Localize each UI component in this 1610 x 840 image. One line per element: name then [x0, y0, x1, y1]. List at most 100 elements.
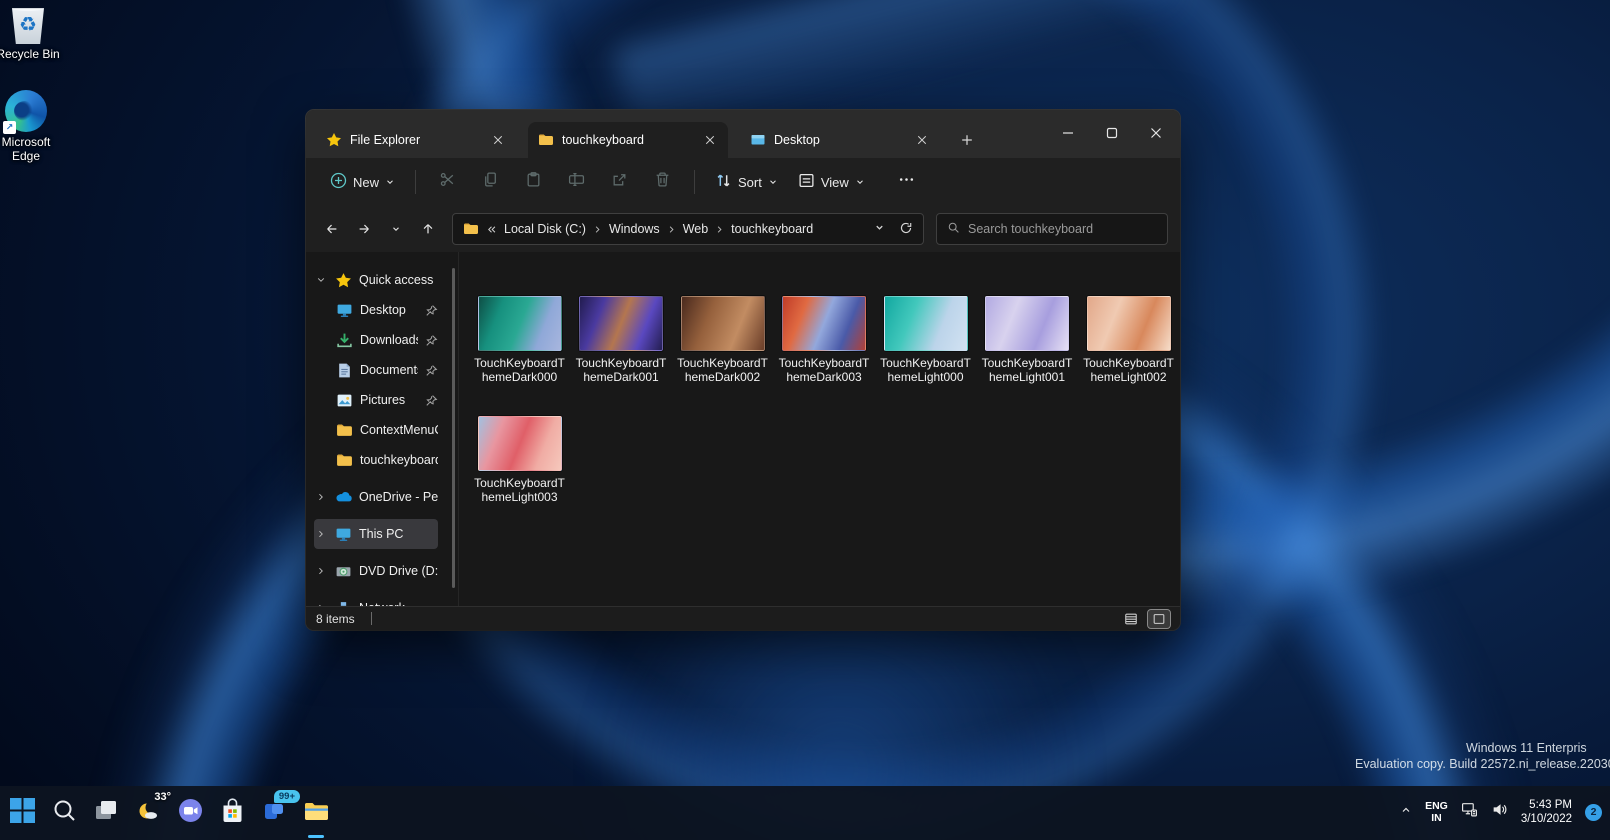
sidebar-item-dvd-drive-d-c[interactable]: DVD Drive (D:) C [314, 556, 438, 586]
delete-button[interactable] [641, 165, 684, 199]
taskbar-start-button[interactable] [2, 793, 42, 833]
file-thumbnail[interactable] [884, 296, 968, 351]
file-thumbnail[interactable] [985, 296, 1069, 351]
tab-close-icon[interactable] [912, 130, 932, 150]
pictures-icon [336, 392, 353, 409]
rename-button[interactable] [555, 165, 598, 199]
breadcrumb[interactable]: Local Disk (C:) Windows Web touchkeyboard [452, 213, 924, 245]
sidebar-item-pictures[interactable]: Pictures [336, 385, 438, 415]
new-button[interactable]: New [320, 165, 405, 199]
file-name: TouchKeyboardThemeLight002 [1082, 356, 1176, 384]
tab-desktop[interactable]: Desktop [740, 122, 940, 158]
tab-close-icon[interactable] [488, 130, 508, 150]
maximize-button[interactable] [1092, 116, 1132, 150]
chevron-right-icon[interactable] [314, 490, 328, 504]
back-button[interactable] [318, 214, 346, 244]
chevron-right-icon[interactable] [314, 564, 328, 578]
address-dropdown-icon[interactable] [874, 222, 885, 236]
search-input[interactable]: Search touchkeyboard [936, 213, 1168, 245]
clock[interactable]: 5:43 PM 3/10/2022 [1521, 798, 1572, 826]
breadcrumb-item[interactable]: touchkeyboard [731, 222, 813, 236]
sidebar-scrollbar[interactable] [452, 268, 455, 588]
recent-locations-button[interactable] [382, 214, 410, 244]
cut-button[interactable] [426, 165, 469, 199]
file-thumbnail[interactable] [1087, 296, 1171, 351]
details-view-toggle[interactable] [1120, 610, 1142, 628]
taskbar-chat-button[interactable] [170, 793, 210, 833]
file-thumbnail[interactable] [579, 296, 663, 351]
file-item[interactable]: TouchKeyboardThemeLight000 [875, 296, 976, 384]
sidebar-item-quick-access[interactable]: Quick access [314, 265, 438, 295]
sidebar-item-label: Quick access [359, 273, 433, 287]
tab-touchkeyboard[interactable]: touchkeyboard [528, 122, 728, 158]
sidebar-item-label: Documents [360, 363, 418, 377]
taskbar-file-explorer-button[interactable] [296, 793, 336, 833]
file-item[interactable]: TouchKeyboardThemeDark000 [469, 296, 570, 384]
breadcrumb-item[interactable]: Windows [609, 222, 660, 236]
paste-button[interactable] [512, 165, 555, 199]
taskbar-store-button[interactable] [212, 793, 252, 833]
desktop-icon-label: Recycle Bin [0, 47, 60, 61]
close-button[interactable] [1136, 116, 1176, 150]
file-thumbnail[interactable] [478, 416, 562, 471]
file-item[interactable]: TouchKeyboardThemeLight001 [977, 296, 1078, 384]
sidebar-item-contextmenuc[interactable]: ContextMenuC [336, 415, 438, 445]
file-name: TouchKeyboardThemeDark002 [676, 356, 770, 384]
new-button-label: New [353, 175, 379, 190]
sidebar-item-touchkeyboard[interactable]: touchkeyboard [336, 445, 438, 475]
address-bar: Local Disk (C:) Windows Web touchkeyboard S… [306, 206, 1180, 252]
dvd-icon [335, 563, 352, 580]
copy-button[interactable] [469, 165, 512, 199]
tab-file-explorer[interactable]: File Explorer [316, 122, 516, 158]
file-thumbnail[interactable] [478, 296, 562, 351]
file-name: TouchKeyboardThemeLight000 [879, 356, 973, 384]
sidebar-item-downloads[interactable]: Downloads [336, 325, 438, 355]
file-item[interactable]: TouchKeyboardThemeDark002 [672, 296, 773, 384]
up-button[interactable] [414, 214, 442, 244]
language-indicator[interactable]: ENG IN [1425, 800, 1448, 824]
notification-badge[interactable]: 2 [1585, 804, 1602, 821]
view-button[interactable]: View [788, 165, 875, 199]
file-thumbnail[interactable] [681, 296, 765, 351]
file-item[interactable]: TouchKeyboardThemeDark001 [571, 296, 672, 384]
breadcrumb-item[interactable]: Web [683, 222, 708, 236]
sidebar-item-documents[interactable]: Documents [336, 355, 438, 385]
file-item[interactable]: TouchKeyboardThemeLight002 [1078, 296, 1179, 384]
breadcrumb-item[interactable]: Local Disk (C:) [504, 222, 586, 236]
monitor-icon [335, 526, 352, 543]
chevron-right-icon[interactable] [314, 527, 328, 541]
sidebar-item-this-pc[interactable]: This PC [314, 519, 438, 549]
pin-icon [425, 334, 438, 347]
ellipsis-icon [898, 171, 915, 193]
taskbar-teams-button[interactable]: 99+ [254, 793, 294, 833]
taskbar-search-button[interactable] [44, 793, 84, 833]
sidebar-item-network[interactable]: Network [314, 593, 438, 606]
new-tab-button[interactable] [952, 125, 982, 155]
desktop-icon-microsoft-edge[interactable]: ↗ Microsoft Edge [0, 90, 58, 163]
file-item[interactable]: TouchKeyboardThemeLight003 [469, 416, 570, 504]
network-icon[interactable] [1461, 801, 1478, 823]
minimize-button[interactable] [1048, 116, 1088, 150]
sort-button[interactable]: Sort [705, 165, 788, 199]
more-options-button[interactable] [885, 165, 928, 199]
file-item[interactable]: TouchKeyboardThemeDark003 [774, 296, 875, 384]
edge-icon: ↗ [5, 90, 47, 132]
desktop-icon-recycle-bin[interactable]: ♻ Recycle Bin [0, 6, 60, 61]
volume-icon[interactable] [1491, 801, 1508, 823]
taskbar-task-view-button[interactable] [86, 793, 126, 833]
share-button[interactable] [598, 165, 641, 199]
file-thumbnail[interactable] [782, 296, 866, 351]
chevron-down-icon[interactable] [314, 273, 328, 287]
forward-button[interactable] [350, 214, 378, 244]
sidebar-item-onedrive-perso[interactable]: OneDrive - Perso [314, 482, 438, 512]
search-icon [51, 797, 78, 829]
sidebar-item-desktop[interactable]: Desktop [336, 295, 438, 325]
hidden-icons-button[interactable] [1400, 803, 1412, 821]
tab-close-icon[interactable] [700, 130, 720, 150]
folder-icon [538, 132, 554, 148]
taskbar-weather-button[interactable]: 33° [128, 793, 168, 833]
chevron-right-icon[interactable] [314, 601, 328, 606]
thumbnails-view-toggle[interactable] [1148, 610, 1170, 628]
refresh-icon[interactable] [899, 221, 913, 238]
collapsed-crumbs-icon[interactable] [486, 224, 497, 235]
